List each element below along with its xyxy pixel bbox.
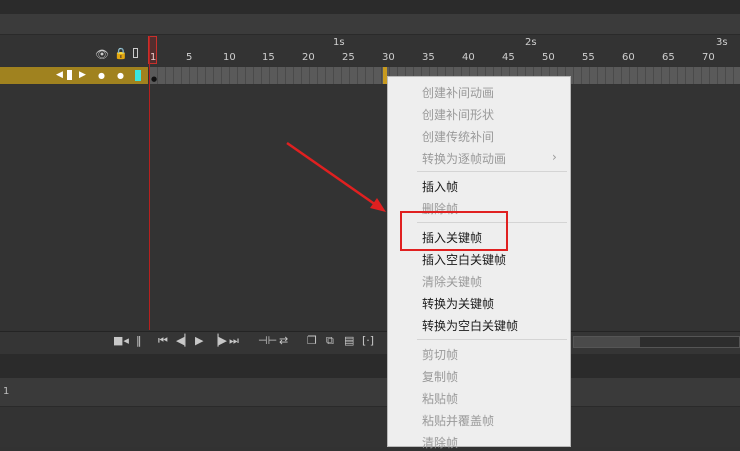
menu-separator	[417, 171, 567, 172]
eye-icon[interactable]: 👁	[95, 49, 109, 60]
context-menu: 创建补间动画 创建补间形状 创建传统补间 转换为逐帧动画 › 插入帧 删除帧 插入关键帧 插入空…	[387, 76, 571, 450]
camera-icon[interactable]: ■◂	[113, 335, 129, 347]
timeline-scroll-thumb[interactable]	[574, 337, 640, 347]
layer-color-swatch[interactable]	[135, 70, 141, 81]
menu-item[interactable]: 转换为空白关键帧	[422, 317, 518, 334]
ruler-frame-label: 25	[342, 52, 355, 63]
menu-item[interactable]: 粘贴并覆盖帧	[422, 412, 494, 429]
menu-separator	[417, 339, 567, 340]
menu-item[interactable]: 创建传统补间	[422, 128, 494, 145]
menu-item[interactable]: 粘贴帧	[422, 390, 458, 407]
lower-panel-body	[0, 407, 740, 447]
ruler-frame-label: 30	[382, 52, 395, 63]
top-menu-strip	[0, 0, 740, 14]
keyframe-dot-icon[interactable]: ●	[151, 74, 157, 85]
menu-item[interactable]: 剪切帧	[422, 346, 458, 363]
annotation-highlight-box	[400, 211, 508, 251]
menu-item[interactable]: 清除帧	[422, 434, 458, 451]
toolbar-separator-icon: ‖	[136, 334, 142, 347]
lower-panel-header	[0, 354, 740, 378]
ruler-second-label: 3s	[716, 37, 728, 48]
timeline-header-band	[0, 14, 740, 35]
onion-outline-icon[interactable]: ⧉	[326, 335, 334, 347]
step-forward-icon[interactable]: ▕▶	[210, 335, 227, 347]
ruler-frame-label: 50	[542, 52, 555, 63]
timeline-empty-area[interactable]	[0, 85, 740, 330]
lower-panel-row-number: 1	[3, 386, 10, 397]
menu-item[interactable]: 创建补间动画	[422, 84, 494, 101]
visibility-dot-icon[interactable]: ●	[98, 70, 105, 81]
menu-item[interactable]: 插入帧	[422, 178, 458, 195]
lock-icon[interactable]: 🔒	[114, 48, 128, 59]
menu-item[interactable]: 插入空白关键帧	[422, 251, 506, 268]
ruler-frame-label: 5	[186, 52, 193, 63]
go-first-frame-icon[interactable]: ⏮	[158, 335, 168, 347]
center-frame-icon[interactable]: ⊣⊢	[258, 335, 277, 347]
ruler-second-label: 2s	[525, 37, 537, 48]
lock-dot-icon[interactable]: ●	[117, 70, 124, 81]
menu-item[interactable]: 清除关键帧	[422, 273, 482, 290]
menu-item[interactable]: 复制帧	[422, 368, 458, 385]
keyframe-marker-icon[interactable]	[67, 70, 72, 80]
keyframe-nav-prev-icon[interactable]: ◀	[56, 70, 63, 81]
play-icon[interactable]: ▶	[195, 335, 203, 347]
menu-item[interactable]: 转换为关键帧	[422, 295, 494, 312]
menu-item[interactable]: 转换为逐帧动画	[422, 150, 506, 167]
ruler-frame-label: 45	[502, 52, 515, 63]
ruler-second-label: 1s	[333, 37, 345, 48]
edit-multiple-frames-icon[interactable]: ▤	[344, 335, 354, 347]
ruler-frame-label: 70	[702, 52, 715, 63]
go-last-frame-icon[interactable]: ⏭	[229, 335, 239, 347]
ruler-frame-label: 40	[462, 52, 475, 63]
modify-markers-icon[interactable]: [·]	[362, 335, 374, 347]
keyframe-nav-next-icon[interactable]: ▶	[79, 70, 86, 81]
loop-icon[interactable]: ⇄	[279, 335, 288, 347]
layer-row[interactable]: ◀ ▶ ● ●	[0, 67, 148, 84]
outline-icon[interactable]	[133, 48, 138, 58]
ruler-frame-label: 10	[223, 52, 236, 63]
playhead-line	[149, 36, 150, 330]
ruler-frame-label: 35	[422, 52, 435, 63]
ruler-frame-label: 65	[662, 52, 675, 63]
ruler-frame-label: 60	[622, 52, 635, 63]
ruler-frame-label: 55	[582, 52, 595, 63]
ruler-frame-label: 20	[302, 52, 315, 63]
lower-panel-row[interactable]	[0, 378, 740, 407]
submenu-chevron-icon: ›	[552, 150, 557, 164]
menu-item[interactable]: 创建补间形状	[422, 106, 494, 123]
onion-skin-icon[interactable]: ❐	[307, 335, 317, 347]
step-back-icon[interactable]: ◀▏	[176, 335, 193, 347]
ruler-frame-label: 15	[262, 52, 275, 63]
